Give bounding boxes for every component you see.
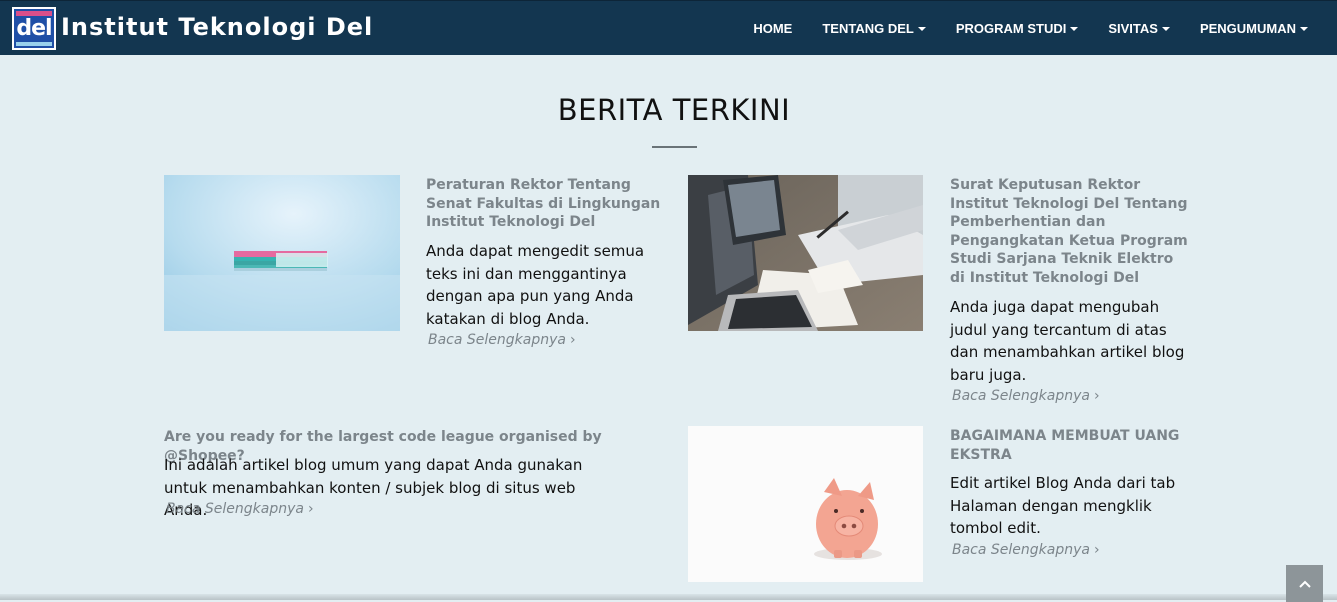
article-title[interactable]: Surat Keputusan Rektor Institut Teknolog… bbox=[950, 176, 1190, 287]
caret-down-icon bbox=[1070, 26, 1079, 31]
main-nav: HOME TENTANG DEL PROGRAM STUDI SIVITAS P… bbox=[738, 1, 1323, 56]
title-divider bbox=[652, 146, 697, 148]
back-to-top-button[interactable] bbox=[1286, 565, 1323, 602]
read-more-label: Baca Selengkapnya bbox=[428, 332, 566, 348]
caret-down-icon bbox=[1300, 26, 1308, 31]
nav-tentang-del[interactable]: TENTANG DEL bbox=[807, 21, 940, 36]
del-logo[interactable]: del bbox=[12, 7, 56, 50]
caret-down-icon bbox=[1161, 26, 1170, 31]
read-more-link[interactable]: Baca Selengkapnya › bbox=[952, 388, 1100, 404]
nav-home-label: HOME bbox=[753, 21, 793, 36]
article-title[interactable]: BAGAIMANA MEMBUAT UANG EKSTRA bbox=[950, 427, 1190, 464]
nav-program-studi[interactable]: PROGRAM STUDI bbox=[941, 21, 1094, 36]
nav-program-studi-label: PROGRAM STUDI bbox=[955, 21, 1067, 36]
nav-tentang-del-label: TENTANG DEL bbox=[822, 21, 914, 36]
read-more-link[interactable]: Baca Selengkapnya › bbox=[166, 501, 314, 517]
logo-text: del bbox=[16, 16, 52, 41]
section-title: BERITA TERKINI bbox=[557, 93, 791, 127]
piggy-bank-image[interactable] bbox=[688, 426, 923, 582]
read-more-link[interactable]: Baca Selengkapnya › bbox=[428, 332, 576, 348]
page-fold-shadow bbox=[0, 594, 1337, 600]
site-brand[interactable]: Institut Teknologi Del bbox=[61, 13, 373, 41]
chevron-right-icon: › bbox=[1093, 388, 1100, 404]
navbar: del Institut Teknologi Del HOME TENTANG … bbox=[0, 0, 1337, 55]
article-excerpt: Edit artikel Blog Anda dari tab Halaman … bbox=[950, 474, 1176, 537]
chevron-right-icon: › bbox=[307, 501, 314, 517]
read-more-label: Baca Selengkapnya bbox=[166, 501, 304, 517]
nav-sivitas-label: SIVITAS bbox=[1108, 21, 1158, 36]
article-title[interactable]: Peraturan Rektor Tentang Senat Fakultas … bbox=[426, 176, 666, 232]
read-more-link[interactable]: Baca Selengkapnya › bbox=[952, 542, 1100, 558]
nav-pengumuman-label: PENGUMUMAN bbox=[1199, 21, 1296, 36]
chevron-right-icon: › bbox=[569, 332, 576, 348]
chevron-up-icon bbox=[1298, 580, 1311, 588]
nav-sivitas[interactable]: SIVITAS bbox=[1093, 21, 1185, 36]
article-excerpt: Anda juga dapat mengubah judul yang terc… bbox=[950, 298, 1185, 384]
caret-down-icon bbox=[917, 26, 926, 31]
read-more-label: Baca Selengkapnya bbox=[952, 388, 1090, 404]
nav-pengumuman[interactable]: PENGUMUMAN bbox=[1185, 21, 1323, 36]
article-excerpt: Anda dapat mengedit semua teks ini dan m… bbox=[426, 242, 645, 328]
read-more-label: Baca Selengkapnya bbox=[952, 542, 1090, 558]
chevron-right-icon: › bbox=[1093, 542, 1100, 558]
laptop-meeting-image[interactable] bbox=[688, 175, 923, 331]
book-on-table-image[interactable] bbox=[164, 175, 400, 331]
nav-home[interactable]: HOME bbox=[738, 21, 807, 36]
